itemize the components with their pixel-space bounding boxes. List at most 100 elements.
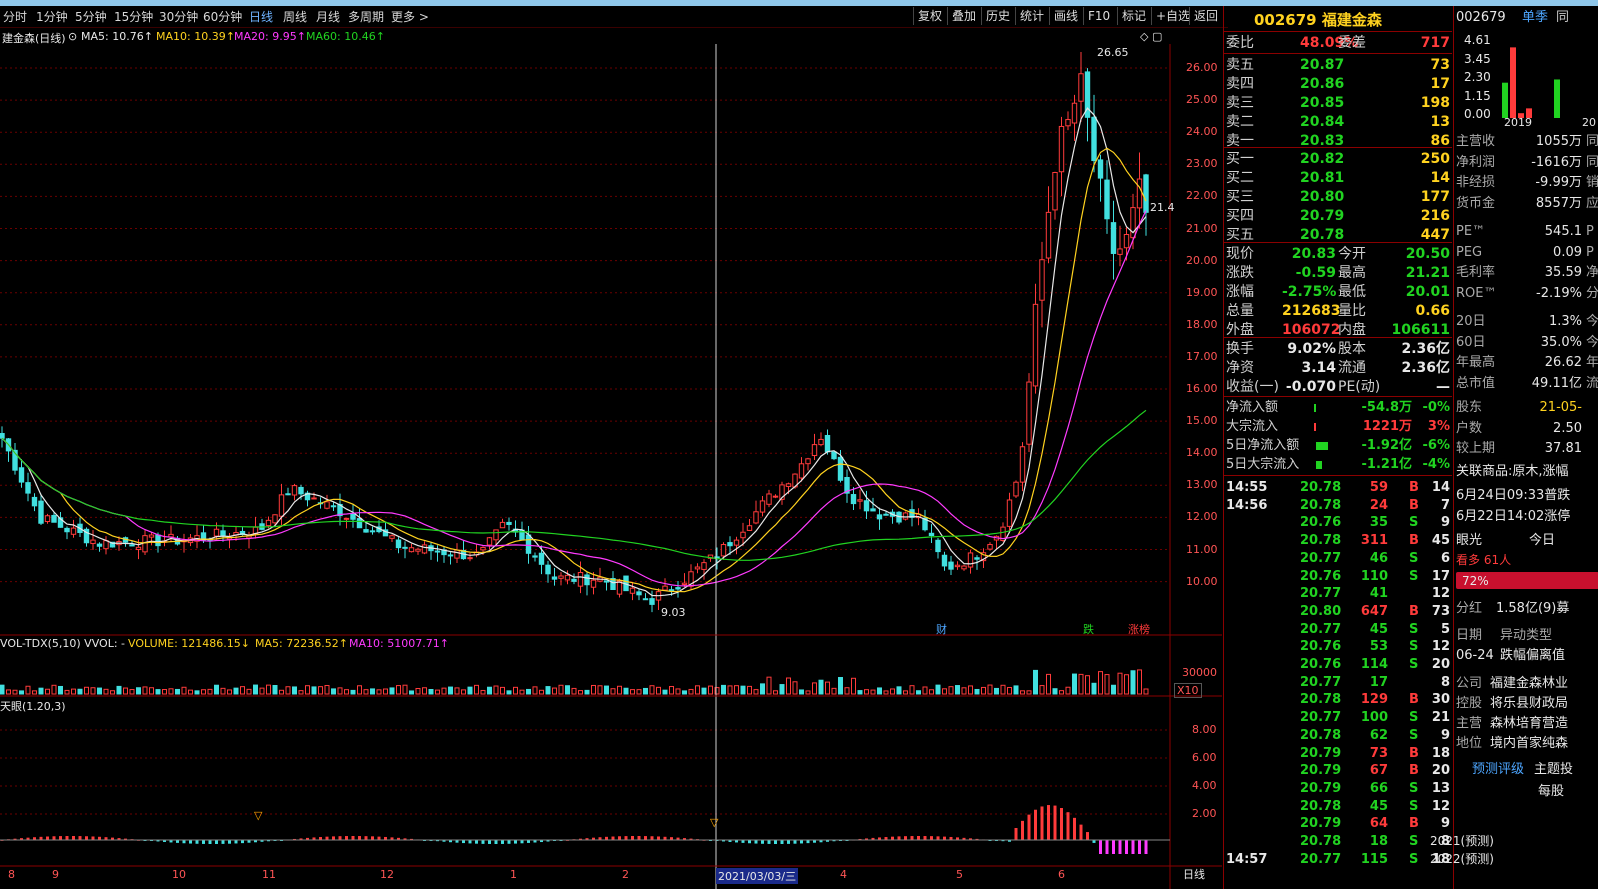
draw-line-button[interactable]: 画线 <box>1049 7 1082 25</box>
tick-row[interactable]: 20.77 100 S 21 <box>1224 709 1452 727</box>
tick-row[interactable]: 20.77 46 S 6 <box>1224 550 1452 568</box>
tick-row[interactable]: 20.78 311 B 45 <box>1224 532 1452 550</box>
indicator-bar <box>1138 840 1141 854</box>
period-indicator: 日线 <box>1183 868 1205 881</box>
forecast-year-1: 2021(预测) <box>1430 834 1494 848</box>
candle-body <box>0 433 5 439</box>
tick-row[interactable]: 14:57 20.77 115 S 18 <box>1224 851 1452 869</box>
candle-body <box>694 566 701 570</box>
period-tab-15min[interactable]: 15分钟 <box>114 8 153 25</box>
order-book-row[interactable]: 买二 20.81 14 <box>1224 169 1452 187</box>
candle-body <box>1026 381 1032 445</box>
add-watchlist-button[interactable]: +自选 <box>1151 7 1194 25</box>
order-book-row[interactable]: 卖二 20.84 13 <box>1224 113 1452 131</box>
period-tab-5min[interactable]: 5分钟 <box>75 8 107 25</box>
stat-label: 涨幅 <box>1226 284 1254 300</box>
tick-row[interactable]: 20.79 73 B 18 <box>1224 745 1452 763</box>
chart-collapse-icon[interactable]: ◇ ▢ <box>1140 30 1162 43</box>
indicator-axis-label: 8.00 <box>1192 723 1217 736</box>
price-axis-label: 16.00 <box>1186 382 1218 395</box>
candle-body <box>135 546 142 551</box>
stat-label: 总量 <box>1226 303 1254 319</box>
volume-bar <box>981 686 986 695</box>
candle-body <box>675 587 681 590</box>
order-book-row[interactable]: 卖五 20.87 73 <box>1224 56 1452 74</box>
flow-pct: 3% <box>1427 419 1450 434</box>
event-tag-rank[interactable]: 涨榜 <box>1128 621 1150 637</box>
kline-chart[interactable] <box>0 28 1222 889</box>
event-tag-finance[interactable]: 财 <box>936 621 947 637</box>
volume-bar <box>883 690 889 695</box>
back-button[interactable]: 返回 <box>1189 7 1222 25</box>
finance-suffix: 应 <box>1586 195 1598 211</box>
tick-side: S <box>1409 798 1419 814</box>
period-tab-30min[interactable]: 30分钟 <box>159 8 198 25</box>
history-button[interactable]: 历史 <box>981 7 1014 25</box>
tick-row[interactable]: 20.78 129 B 30 <box>1224 691 1452 709</box>
period-tab-more[interactable]: 更多 > <box>391 8 429 25</box>
order-book-row[interactable]: 卖三 20.85 198 <box>1224 94 1452 112</box>
finance-value: 49.11亿 <box>1531 375 1582 391</box>
period-tab-daily[interactable]: 日线 <box>249 8 273 25</box>
volume-bar <box>851 677 856 695</box>
tick-row[interactable]: 20.76 114 S 20 <box>1224 656 1452 674</box>
period-tab-weekly[interactable]: 周线 <box>283 8 307 25</box>
tick-volume: 62 <box>1369 727 1388 743</box>
tick-row[interactable]: 20.79 64 B 9 <box>1224 815 1452 833</box>
tab-yoy[interactable]: 同 <box>1556 9 1569 27</box>
tick-row[interactable]: 14:56 20.78 24 B 7 <box>1224 497 1452 515</box>
tick-row[interactable]: 20.79 67 B 20 <box>1224 762 1452 780</box>
tick-side: B <box>1409 603 1419 619</box>
tick-price: 20.76 <box>1300 515 1342 531</box>
volume-bar <box>1091 682 1097 695</box>
tick-row[interactable]: 20.77 17 8 <box>1224 674 1452 692</box>
tick-row[interactable]: 14:55 20.78 59 B 14 <box>1224 479 1452 497</box>
order-book-row[interactable]: 买四 20.79 216 <box>1224 207 1452 225</box>
order-book-row[interactable]: 买一 20.82 250 <box>1224 150 1452 168</box>
order-book-row[interactable]: 卖四 20.86 17 <box>1224 75 1452 93</box>
volume-bar <box>721 684 726 695</box>
ma-dropdown-icon[interactable]: ⊙ <box>68 30 77 43</box>
tick-row[interactable]: 20.77 45 S 5 <box>1224 621 1452 639</box>
indicator-bar <box>46 836 49 840</box>
period-tab-multi[interactable]: 多周期 <box>348 8 384 25</box>
stat-row: 涨幅 -2.75% 最低 20.01 <box>1224 283 1452 301</box>
statistics-button[interactable]: 统计 <box>1015 7 1048 25</box>
tab-quarter[interactable]: 单季 <box>1522 9 1548 27</box>
tick-row[interactable]: 20.79 66 S 13 <box>1224 780 1452 798</box>
period-tab-monthly[interactable]: 月线 <box>316 8 340 25</box>
tick-volume: 115 <box>1360 851 1388 867</box>
period-tab-1min[interactable]: 1分钟 <box>36 8 68 25</box>
volume-bar <box>571 687 577 695</box>
tick-side: S <box>1409 834 1419 849</box>
finance-label: 60日 <box>1456 334 1486 350</box>
event-tag-fall[interactable]: 跌 <box>1083 621 1094 637</box>
period-tab-intraday[interactable]: 分时 <box>3 8 27 25</box>
stat-row: 现价 20.83 今开 20.50 <box>1224 245 1452 263</box>
tick-row[interactable]: 20.76 53 S 12 <box>1224 638 1452 656</box>
finance-label: ROE™ <box>1456 285 1497 301</box>
candle-body <box>1065 119 1071 127</box>
order-book-row[interactable]: 买三 20.80 177 <box>1224 188 1452 206</box>
period-tab-60min[interactable]: 60分钟 <box>203 8 242 25</box>
volume-ma5: MA5: 72236.52↑ <box>255 637 348 650</box>
indicator-bar <box>618 836 621 840</box>
volume-bar <box>877 687 882 695</box>
tick-row[interactable]: 20.80 647 B 73 <box>1224 603 1452 621</box>
f10-button[interactable]: F10 <box>1083 7 1114 25</box>
indicator-bar <box>1034 809 1037 840</box>
indicator-bar <box>371 836 374 840</box>
overlay-button[interactable]: 叠加 <box>947 7 980 25</box>
date-axis-label: 12 <box>380 868 394 881</box>
tick-row[interactable]: 20.77 41 12 <box>1224 585 1452 603</box>
tick-row[interactable]: 20.78 62 S 9 <box>1224 727 1452 745</box>
mark-button[interactable]: 标记 <box>1117 7 1150 25</box>
tick-row[interactable]: 20.78 45 S 12 <box>1224 798 1452 816</box>
tick-row[interactable]: 20.76 110 S 17 <box>1224 568 1452 586</box>
signal-diamond-icon-2: ▽ <box>710 816 719 829</box>
tick-row[interactable]: 20.76 35 S 9 <box>1224 514 1452 532</box>
restore-rights-button[interactable]: 复权 <box>913 7 946 25</box>
volume-bar <box>259 687 265 695</box>
tick-row[interactable]: 20.78 18 S 8 <box>1224 833 1452 851</box>
tick-side: S <box>1409 657 1419 672</box>
